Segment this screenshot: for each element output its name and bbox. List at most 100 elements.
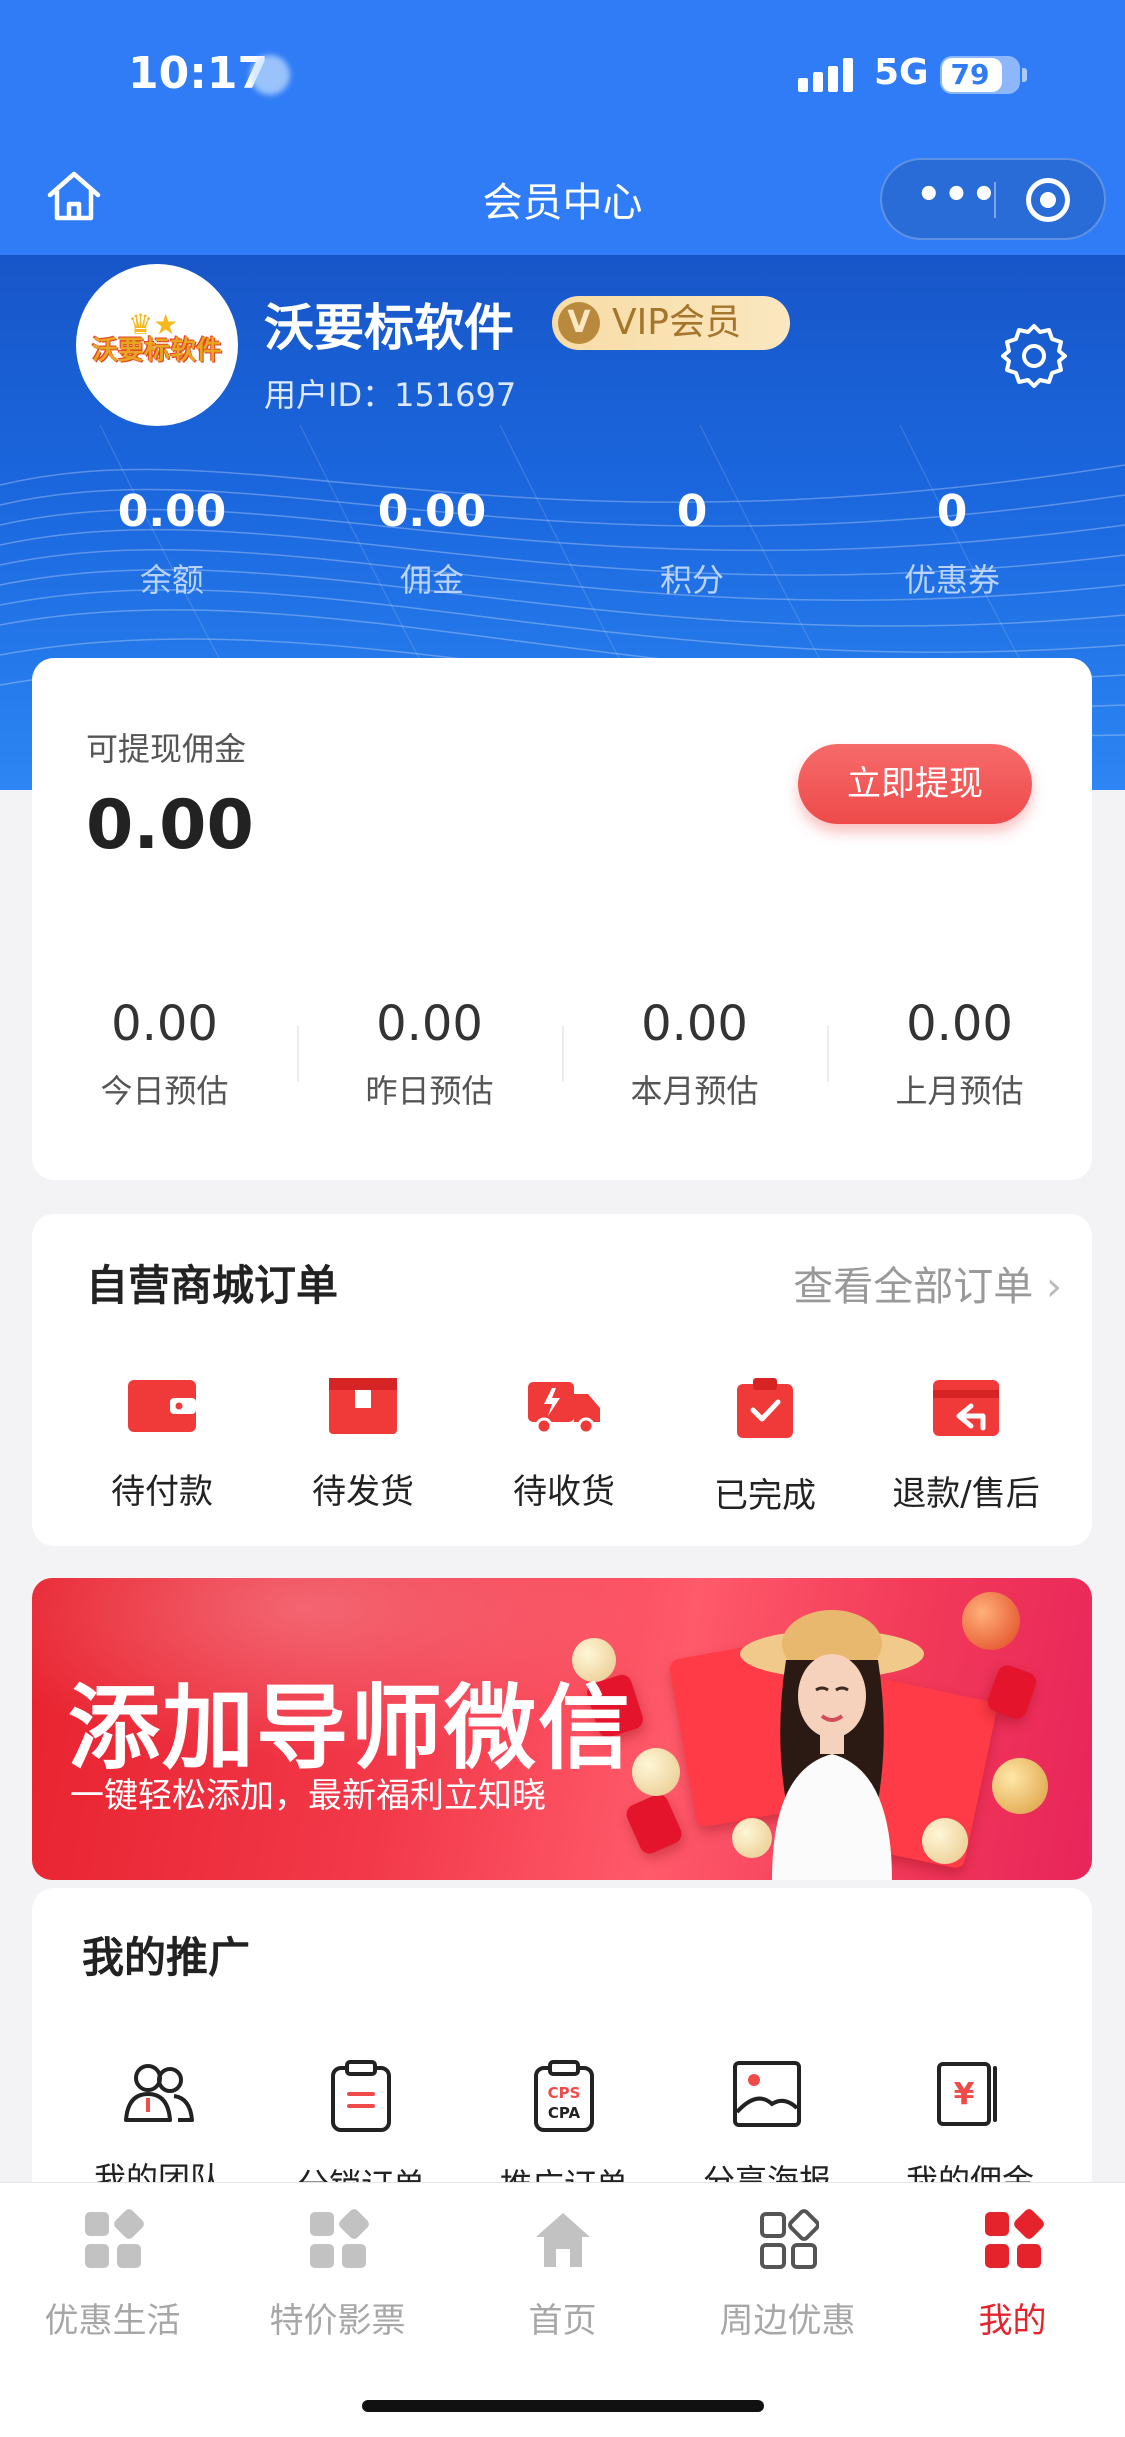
battery-tip — [1022, 68, 1027, 82]
estimate-label: 昨日预估 — [365, 1072, 494, 1110]
banner-subtitle: 一键轻松添加，最新福利立知晓 — [70, 1776, 546, 1816]
tab-mine[interactable]: 我的 — [900, 2209, 1125, 2342]
promo-my-commission[interactable]: ¥ 我的佣金 — [870, 2060, 1070, 2202]
estimate-label: 今日预估 — [100, 1072, 229, 1110]
tab-discount-life[interactable]: 优惠生活 — [0, 2209, 225, 2342]
refund-icon — [933, 1380, 999, 1436]
tab-label: 首页 — [528, 2301, 597, 2341]
avatar[interactable]: ♛★ 沃要标软件 — [76, 264, 238, 426]
stat-balance[interactable]: 0.00 余额 — [62, 486, 282, 601]
red-envelope-decoration — [623, 1791, 685, 1857]
bottom-tab-bar: 优惠生活 特价影票 首页 周边优惠 我的 — [0, 2182, 1125, 2437]
icon-text-cpa: CPA — [548, 2104, 581, 2122]
home-tab-icon — [535, 2213, 590, 2267]
promo-share-poster[interactable]: 分享海报 — [667, 2060, 867, 2202]
estimate-last-month: 0.00 上月预估 — [827, 996, 1092, 1112]
order-pending-payment[interactable]: 待付款 — [62, 1376, 262, 1513]
stat-coupons[interactable]: 0 优惠券 — [842, 486, 1062, 601]
vip-icon: V — [558, 302, 600, 344]
icon-text-cps: CPS — [548, 2084, 581, 2102]
withdrawable-amount: 0.00 — [86, 786, 254, 865]
order-pending-receipt[interactable]: 待收货 — [464, 1376, 664, 1513]
stat-value: 0 — [676, 486, 708, 537]
order-label: 待发货 — [312, 1472, 414, 1512]
coin-decoration — [632, 1748, 680, 1796]
order-label: 待收货 — [513, 1472, 615, 1512]
battery-icon: 79 — [940, 56, 1020, 94]
cps-cpa-icon: CPS CPA — [534, 2060, 594, 2132]
estimate-yesterday: 0.00 昨日预估 — [297, 996, 562, 1112]
stat-value: 0.00 — [377, 486, 487, 537]
close-mini-program-icon[interactable] — [1026, 178, 1070, 222]
grid-icon — [984, 2209, 1044, 2268]
stat-label: 余额 — [139, 561, 204, 599]
ball-decoration — [962, 1592, 1020, 1650]
tab-movie-tickets[interactable]: 特价影票 — [225, 2209, 450, 2342]
estimate-value: 0.00 — [641, 996, 748, 1052]
mini-program-capsule: ••• — [880, 158, 1106, 240]
estimate-label: 上月预估 — [895, 1072, 1024, 1110]
estimate-this-month: 0.00 本月预估 — [562, 996, 827, 1112]
tab-nearby-deals[interactable]: 周边优惠 — [675, 2209, 900, 2342]
estimate-value: 0.00 — [111, 996, 218, 1052]
battery-level: 79 — [950, 58, 990, 91]
tab-home[interactable]: 首页 — [450, 2209, 675, 2342]
order-refund[interactable]: 退款/售后 — [866, 1376, 1066, 1515]
coin-decoration — [992, 1758, 1048, 1814]
add-mentor-banner[interactable]: 添加导师微信 一键轻松添加，最新福利立知晓 — [32, 1578, 1092, 1880]
more-icon[interactable]: ••• — [916, 160, 999, 238]
order-label: 已完成 — [714, 1476, 816, 1516]
user-name: 沃要标软件 — [264, 299, 514, 357]
grid-icon — [309, 2209, 369, 2268]
estimate-today: 0.00 今日预估 — [32, 996, 297, 1112]
icon-text-yen: ¥ — [954, 2077, 975, 2112]
stat-label: 积分 — [659, 561, 724, 599]
truck-icon — [528, 1382, 600, 1435]
stat-points[interactable]: 0 积分 — [582, 486, 802, 601]
capsule-divider — [994, 182, 996, 218]
order-completed[interactable]: 已完成 — [665, 1376, 865, 1517]
order-pending-shipment[interactable]: 待发货 — [263, 1376, 463, 1513]
order-label: 待付款 — [111, 1472, 213, 1512]
chevron-right-icon: › — [1046, 1264, 1062, 1310]
poster-icon — [733, 2061, 801, 2127]
tab-label: 周边优惠 — [719, 2301, 856, 2341]
withdrawable-label: 可提现佣金 — [86, 730, 247, 768]
stat-label: 优惠券 — [903, 561, 1000, 599]
home-indicator — [362, 2400, 764, 2412]
signal-icon — [798, 58, 854, 92]
view-all-orders-link[interactable]: 查看全部订单 › — [793, 1254, 1062, 1312]
status-indicator — [250, 55, 290, 95]
estimate-label: 本月预估 — [630, 1072, 759, 1110]
stat-value: 0.00 — [117, 486, 227, 537]
status-time: 10:17 — [128, 48, 269, 99]
vip-badge: V VIP会员 — [552, 296, 790, 350]
stat-label: 佣金 — [399, 561, 464, 599]
orders-card: 自营商城订单 查看全部订单 › 待付款 待发货 待收货 已完成 退款/售后 — [32, 1214, 1092, 1546]
view-all-label: 查看全部订单 — [793, 1264, 1034, 1310]
tab-label: 优惠生活 — [44, 2301, 181, 2341]
avatar-logo-text: 沃要标软件 — [91, 336, 222, 366]
grid-outline-icon — [759, 2209, 819, 2269]
order-label: 退款/售后 — [892, 1474, 1040, 1514]
tab-label: 我的 — [978, 2301, 1047, 2341]
orders-title: 自营商城订单 — [86, 1261, 339, 1310]
stat-value: 0 — [936, 486, 968, 537]
grid-icon — [84, 2209, 144, 2268]
withdraw-button[interactable]: 立即提现 — [798, 744, 1032, 824]
promotion-title: 我的推广 — [82, 1933, 251, 1982]
clipboard-check-icon — [737, 1378, 793, 1438]
yen-book-icon: ¥ — [937, 2062, 997, 2126]
network-type: 5G — [874, 52, 929, 93]
vip-label: VIP会员 — [612, 302, 741, 343]
gear-icon[interactable] — [1000, 322, 1068, 394]
stat-commission[interactable]: 0.00 佣金 — [322, 486, 542, 601]
estimate-value: 0.00 — [906, 996, 1013, 1052]
user-id: 用户ID：151697 — [264, 376, 517, 414]
clipboard-icon — [331, 2060, 391, 2132]
box-icon — [329, 1378, 397, 1434]
team-icon — [124, 2064, 194, 2122]
wallet-icon — [128, 1380, 196, 1432]
promo-my-team[interactable]: 我的团队 — [58, 2060, 258, 2200]
estimate-value: 0.00 — [376, 996, 483, 1052]
